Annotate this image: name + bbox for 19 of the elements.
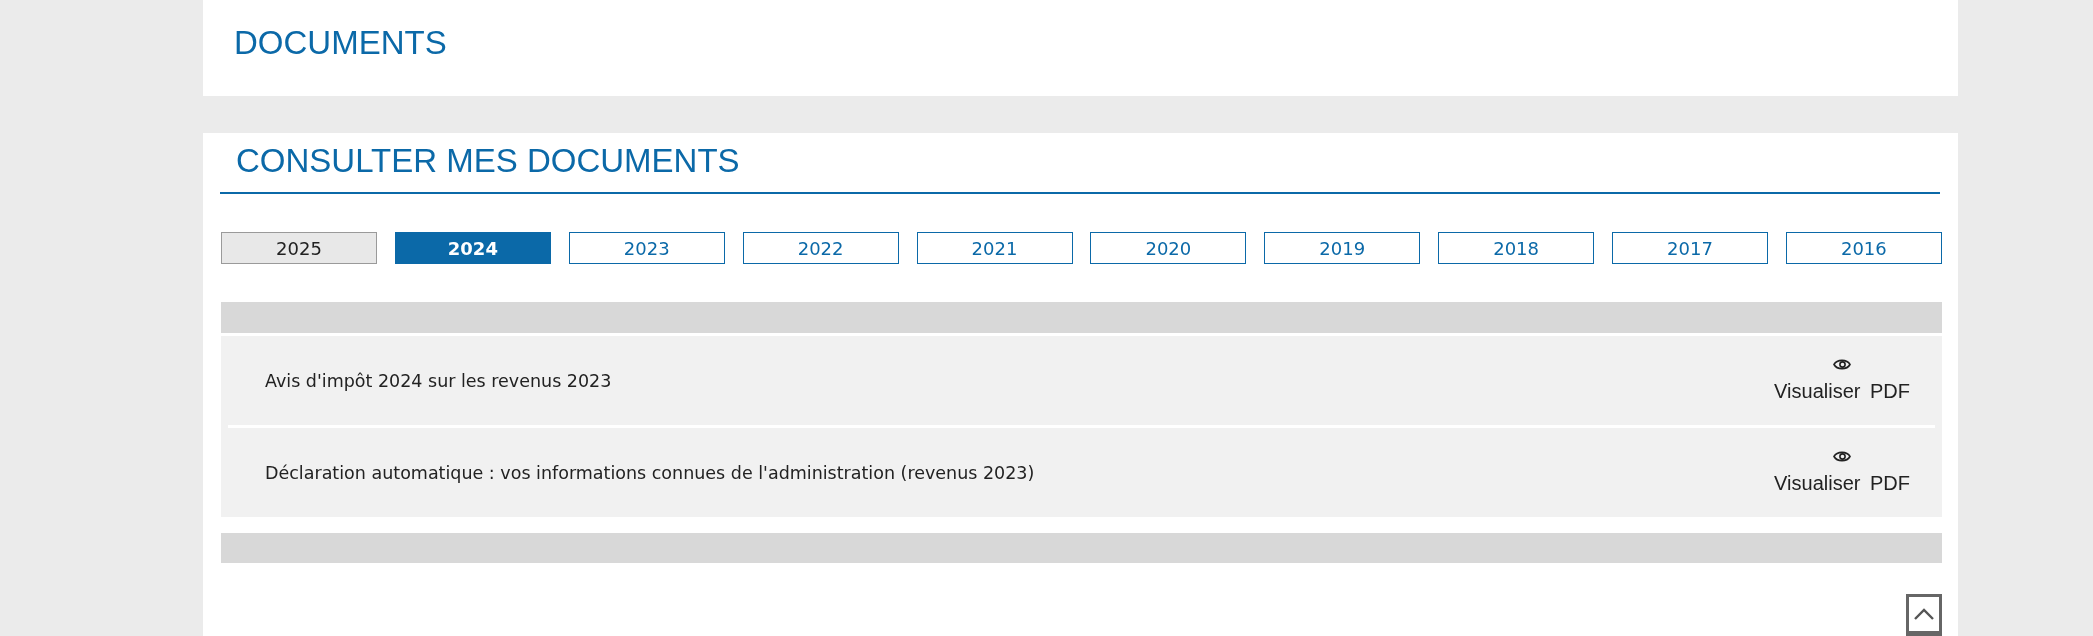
year-tab[interactable]: 2022 [742, 232, 899, 264]
scroll-to-top-button[interactable] [1906, 594, 1942, 636]
year-tab[interactable]: 2017 [1612, 232, 1768, 264]
view-pdf-button[interactable]: Visualiser PDF [1774, 450, 1910, 495]
year-tab[interactable]: 2023 [568, 232, 725, 264]
year-tab[interactable]: 2019 [1264, 232, 1421, 264]
year-tab[interactable]: 2018 [1438, 232, 1595, 264]
eye-icon [1833, 358, 1852, 371]
section-title: CONSULTER MES DOCUMENTS [236, 141, 740, 181]
document-title: Déclaration automatique : vos informations connues de l'administration (revenus 2023) [265, 462, 1035, 483]
chevron-up-icon [1914, 608, 1934, 620]
document-title: Avis d'impôt 2024 sur les revenus 2023 [265, 370, 612, 391]
eye-icon [1833, 450, 1852, 463]
year-tab[interactable]: 2021 [916, 232, 1073, 264]
year-tab[interactable]: 2016 [1785, 232, 1942, 264]
year-tab[interactable]: 2020 [1090, 232, 1247, 264]
year-tab[interactable]: 2024 [394, 232, 551, 264]
view-pdf-button[interactable]: Visualiser PDF [1774, 358, 1910, 403]
page-title: DOCUMENTS [234, 23, 447, 63]
